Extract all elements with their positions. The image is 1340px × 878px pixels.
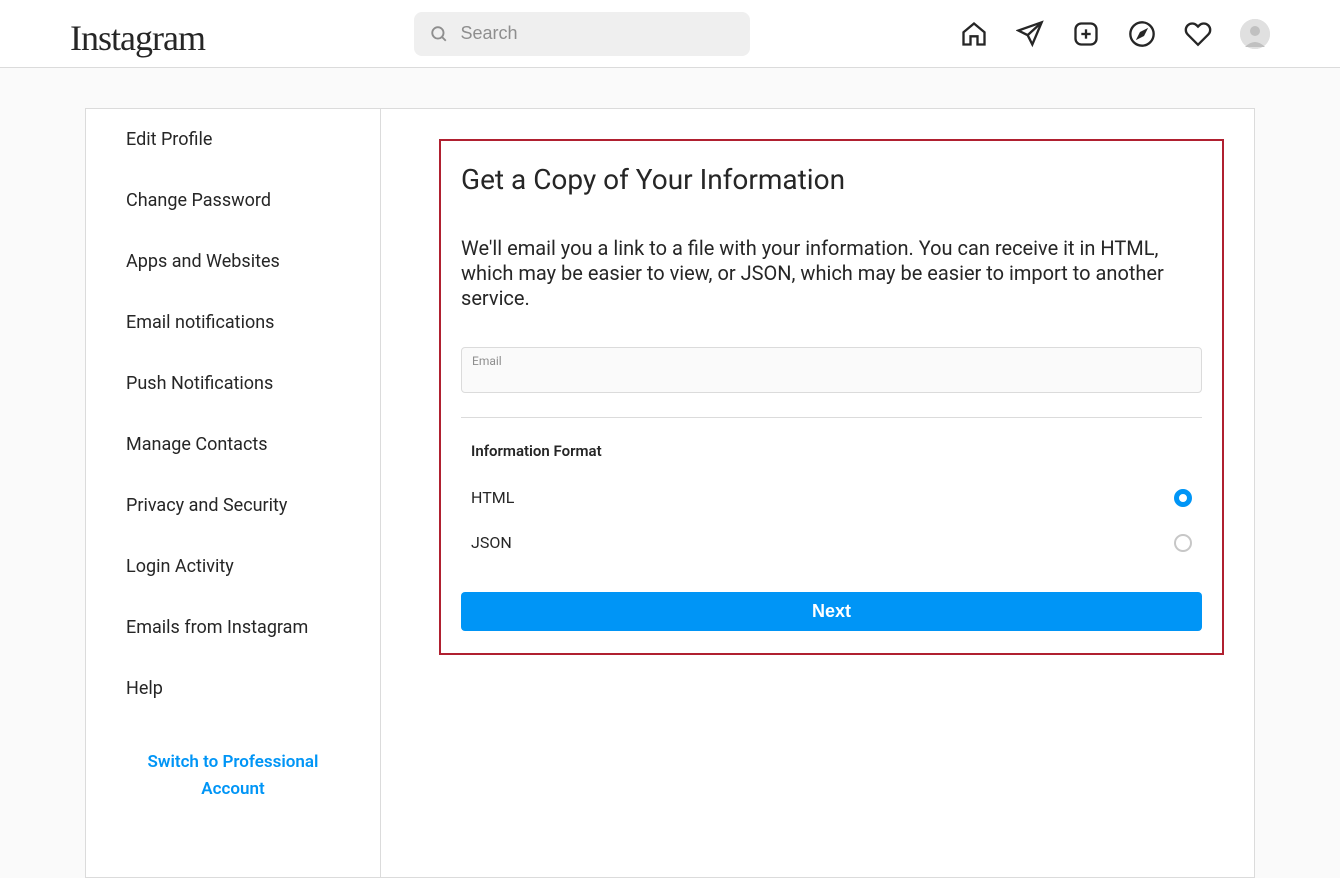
sidebar-item-privacy-security[interactable]: Privacy and Security [86, 475, 380, 536]
main-container: Edit Profile Change Password Apps and We… [85, 68, 1255, 878]
page-description: We'll email you a link to a file with yo… [461, 236, 1202, 311]
home-icon[interactable] [960, 20, 988, 48]
page-title: Get a Copy of Your Information [461, 163, 1202, 196]
search-input[interactable] [461, 23, 735, 44]
sidebar-item-manage-contacts[interactable]: Manage Contacts [86, 414, 380, 475]
sidebar-item-email-notifications[interactable]: Email notifications [86, 292, 380, 353]
search-box[interactable] [414, 12, 750, 56]
main-content: Get a Copy of Your Information We'll ema… [381, 108, 1255, 878]
format-heading: Information Format [461, 442, 1202, 460]
profile-avatar[interactable] [1240, 19, 1270, 49]
download-info-panel: Get a Copy of Your Information We'll ema… [439, 139, 1224, 655]
email-input[interactable] [472, 354, 1191, 386]
sidebar-item-apps-websites[interactable]: Apps and Websites [86, 231, 380, 292]
format-option-html[interactable]: HTML [461, 480, 1202, 515]
sidebar-item-change-password[interactable]: Change Password [86, 170, 380, 231]
top-header: Instagram [0, 0, 1340, 68]
instagram-logo[interactable]: Instagram [70, 17, 205, 59]
sidebar-item-emails-instagram[interactable]: Emails from Instagram [86, 597, 380, 658]
sidebar-item-help[interactable]: Help [86, 658, 380, 719]
sidebar-item-push-notifications[interactable]: Push Notifications [86, 353, 380, 414]
sidebar-item-login-activity[interactable]: Login Activity [86, 536, 380, 597]
format-label-json: JSON [471, 533, 512, 552]
settings-sidebar: Edit Profile Change Password Apps and We… [85, 108, 381, 878]
divider [461, 417, 1202, 418]
switch-account-section: Switch to Professional Account [86, 719, 380, 823]
messages-icon[interactable] [1016, 20, 1044, 48]
switch-to-professional-link[interactable]: Switch to Professional Account [126, 749, 340, 803]
sidebar-item-edit-profile[interactable]: Edit Profile [86, 109, 380, 170]
email-field-wrapper[interactable]: Email [461, 347, 1202, 393]
radio-html-selected[interactable] [1174, 489, 1192, 507]
email-label: Email [472, 354, 502, 368]
next-button[interactable]: Next [461, 592, 1202, 631]
new-post-icon[interactable] [1072, 20, 1100, 48]
format-label-html: HTML [471, 488, 514, 507]
header-icons [960, 19, 1270, 49]
format-option-json[interactable]: JSON [461, 525, 1202, 560]
header-center [205, 12, 960, 56]
explore-icon[interactable] [1128, 20, 1156, 48]
radio-json-unselected[interactable] [1174, 534, 1192, 552]
activity-icon[interactable] [1184, 20, 1212, 48]
search-icon [430, 24, 448, 44]
